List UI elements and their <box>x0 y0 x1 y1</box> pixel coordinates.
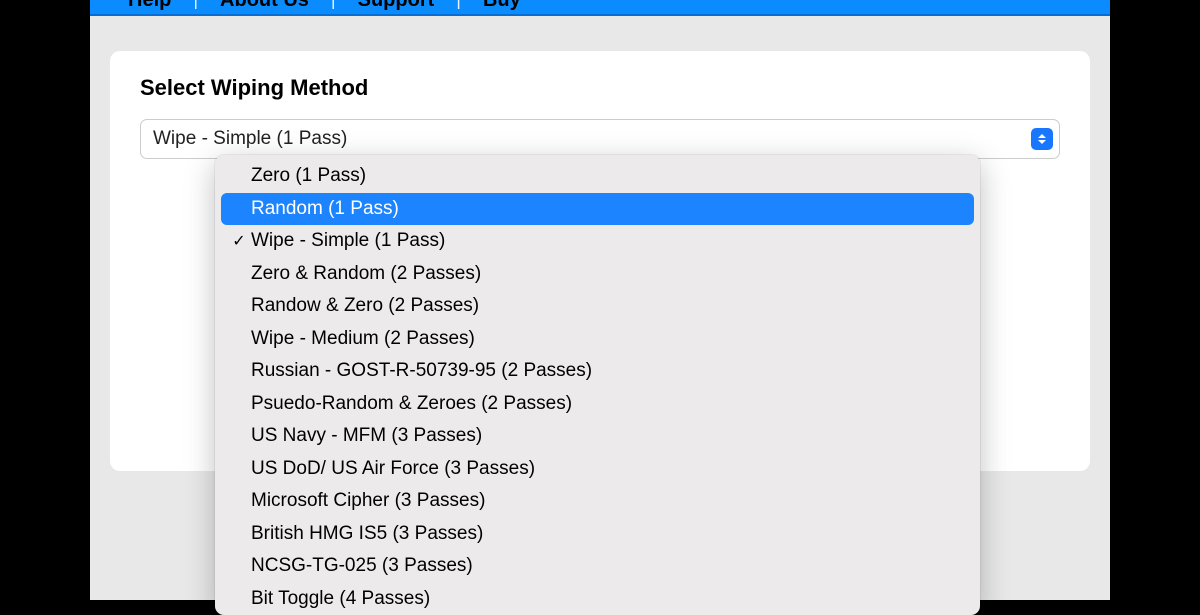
dropdown-option[interactable]: Russian - GOST-R-50739-95 (2 Passes) <box>221 355 974 388</box>
menu-about-us[interactable]: About Us <box>212 0 317 10</box>
dropdown-option[interactable]: Wipe - Medium (2 Passes) <box>221 323 974 356</box>
section-title: Select Wiping Method <box>140 75 1060 101</box>
dropdown-option-label: Wipe - Medium (2 Passes) <box>249 328 475 350</box>
menu-separator: | <box>179 0 212 8</box>
select-value: Wipe - Simple (1 Pass) <box>153 128 347 150</box>
dropdown-option[interactable]: US Navy - MFM (3 Passes) <box>221 420 974 453</box>
wiping-method-dropdown[interactable]: Zero (1 Pass)Random (1 Pass)✓Wipe - Simp… <box>215 155 980 615</box>
menu-buy[interactable]: Buy <box>475 0 529 10</box>
dropdown-option[interactable]: US DoD/ US Air Force (3 Passes) <box>221 453 974 486</box>
app-window: Help | About Us | Support | Buy Select W… <box>90 0 1110 600</box>
menu-separator: | <box>442 0 475 8</box>
dropdown-option-label: Zero & Random (2 Passes) <box>249 263 481 285</box>
chevron-up-icon <box>1038 134 1046 138</box>
dropdown-option-label: British HMG IS5 (3 Passes) <box>249 523 483 545</box>
dropdown-option[interactable]: Randow & Zero (2 Passes) <box>221 290 974 323</box>
dropdown-option[interactable]: Bit Toggle (4 Passes) <box>221 583 974 615</box>
dropdown-option-label: Zero (1 Pass) <box>249 165 366 187</box>
dropdown-option[interactable]: Psuedo-Random & Zeroes (2 Passes) <box>221 388 974 421</box>
dropdown-option[interactable]: Zero & Random (2 Passes) <box>221 258 974 291</box>
dropdown-option[interactable]: British HMG IS5 (3 Passes) <box>221 518 974 551</box>
dropdown-option-label: Microsoft Cipher (3 Passes) <box>249 490 485 512</box>
check-icon: ✓ <box>229 231 249 251</box>
dropdown-option-label: Randow & Zero (2 Passes) <box>249 295 479 317</box>
dropdown-option-label: US Navy - MFM (3 Passes) <box>249 425 482 447</box>
chevron-down-icon <box>1038 140 1046 144</box>
dropdown-option[interactable]: Microsoft Cipher (3 Passes) <box>221 485 974 518</box>
menu-help[interactable]: Help <box>120 0 179 10</box>
dropdown-option[interactable]: Zero (1 Pass) <box>221 160 974 193</box>
wiping-method-select[interactable]: Wipe - Simple (1 Pass) <box>140 119 1060 159</box>
menu-bar: Help | About Us | Support | Buy <box>90 0 1110 16</box>
dropdown-option-label: Russian - GOST-R-50739-95 (2 Passes) <box>249 360 592 382</box>
dropdown-option-label: US DoD/ US Air Force (3 Passes) <box>249 458 535 480</box>
dropdown-option[interactable]: NCSG-TG-025 (3 Passes) <box>221 550 974 583</box>
dropdown-option-label: Bit Toggle (4 Passes) <box>249 588 430 610</box>
dropdown-option[interactable]: Random (1 Pass) <box>221 193 974 226</box>
menu-separator: | <box>317 0 350 8</box>
dropdown-option-label: NCSG-TG-025 (3 Passes) <box>249 555 473 577</box>
menu-support[interactable]: Support <box>350 0 443 10</box>
select-stepper-icon <box>1031 128 1053 150</box>
dropdown-option[interactable]: ✓Wipe - Simple (1 Pass) <box>221 225 974 258</box>
dropdown-option-label: Wipe - Simple (1 Pass) <box>249 230 445 252</box>
dropdown-option-label: Random (1 Pass) <box>249 198 399 220</box>
dropdown-option-label: Psuedo-Random & Zeroes (2 Passes) <box>249 393 572 415</box>
